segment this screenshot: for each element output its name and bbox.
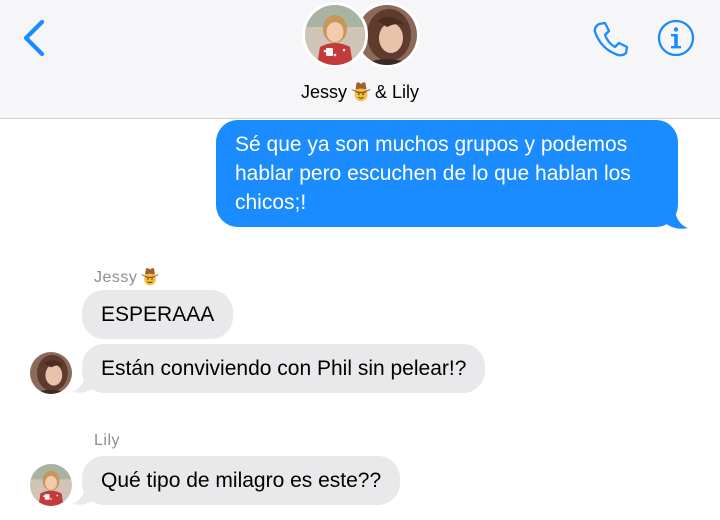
- incoming-message[interactable]: Qué tipo de milagro es este??: [82, 456, 401, 505]
- group-name-first: Jessy: [300, 82, 347, 102]
- back-chevron-icon[interactable]: [18, 18, 52, 58]
- incoming-message[interactable]: ESPERAAA: [82, 290, 234, 339]
- outgoing-message[interactable]: Sé que ya son muchos grupos y podemos ha…: [216, 120, 678, 227]
- incoming-message[interactable]: Están conviviendo con Phil sin pelear!?: [82, 344, 486, 393]
- group-name[interactable]: Jessy & Lily: [0, 80, 720, 107]
- group-name-rest: & Lily: [375, 82, 420, 102]
- sender-name-jessy: Jessy: [94, 266, 163, 291]
- cowboy-face-icon: [140, 266, 160, 291]
- sender-name-lily: Lily: [94, 432, 121, 449]
- avatar-jessy: [302, 2, 368, 68]
- phone-icon[interactable]: [590, 18, 632, 60]
- avatar-jessy[interactable]: [30, 352, 72, 394]
- group-avatars[interactable]: [302, 2, 420, 70]
- conversation-header: Jessy & Lily: [0, 0, 720, 119]
- sender-name-jessy-text: Jessy: [94, 269, 138, 286]
- avatar-lily[interactable]: [30, 464, 72, 506]
- cowboy-face-icon: [350, 80, 372, 107]
- info-icon[interactable]: [656, 18, 696, 58]
